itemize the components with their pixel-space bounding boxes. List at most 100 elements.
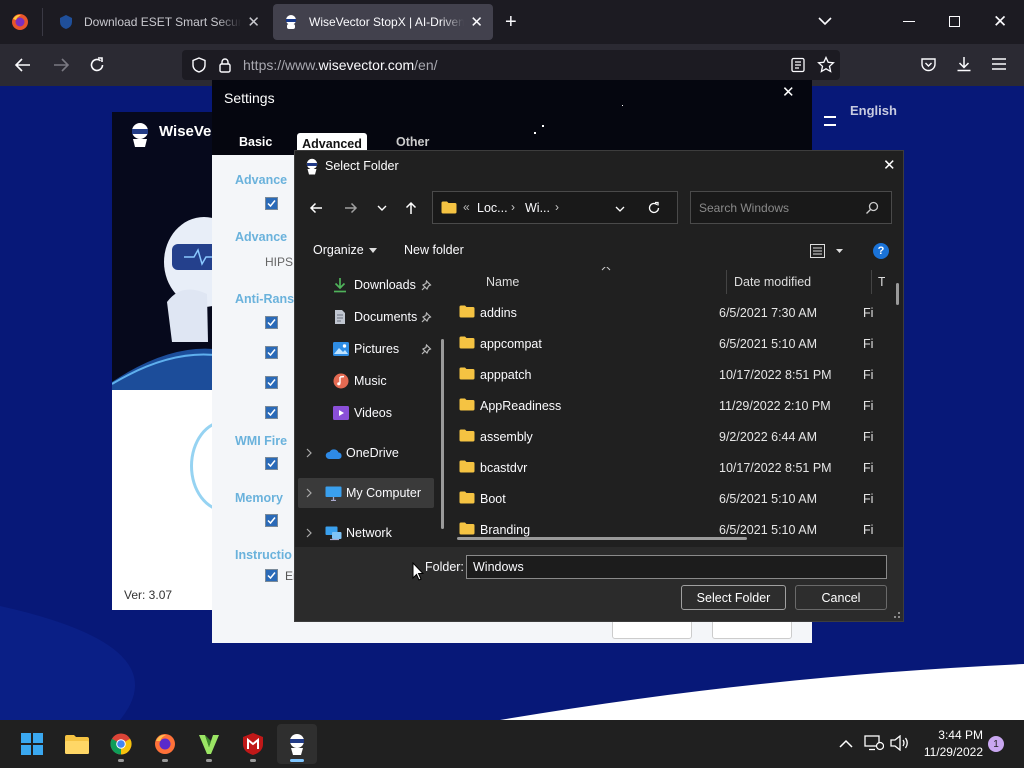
file-type: Fi: [863, 398, 874, 413]
column-header-name[interactable]: Name: [486, 275, 519, 289]
nav-item-videos[interactable]: Videos: [295, 398, 445, 428]
recent-locations-icon[interactable]: [376, 202, 388, 214]
lock-icon[interactable]: [218, 57, 232, 73]
file-name: appcompat: [480, 336, 542, 351]
tab-wisevector[interactable]: WiseVector StopX | AI-Driven Malw ✕: [273, 4, 493, 40]
chrome-taskbar-button[interactable]: [101, 724, 141, 764]
search-icon[interactable]: [865, 201, 879, 215]
select-folder-button[interactable]: Select Folder: [681, 585, 786, 610]
navigation-scrollbar[interactable]: [441, 339, 444, 529]
back-icon[interactable]: [14, 56, 32, 74]
minimize-window-icon[interactable]: [903, 21, 915, 22]
volume-icon[interactable]: [890, 735, 910, 751]
tab-eset[interactable]: Download ESET Smart Security Pre ✕: [48, 4, 270, 40]
setting-checkbox[interactable]: [265, 197, 278, 210]
downloads-icon[interactable]: [955, 55, 973, 73]
wisevector-taskbar-button[interactable]: [277, 724, 317, 764]
file-list-vertical-scrollbar[interactable]: [896, 283, 899, 305]
setting-checkbox[interactable]: [265, 376, 278, 389]
firefox-taskbar-button[interactable]: [145, 724, 185, 764]
nav-item-downloads[interactable]: Downloads: [295, 270, 445, 300]
file-row[interactable]: bcastdvr 10/17/2022 8:51 PM Fi: [453, 452, 873, 483]
new-folder-button[interactable]: New folder: [404, 243, 464, 257]
address-dropdown-icon[interactable]: [614, 203, 626, 215]
nav-item-pictures[interactable]: Pictures: [295, 334, 445, 364]
search-box[interactable]: Search Windows: [690, 191, 892, 224]
mcafee-shield-icon: [243, 733, 263, 755]
start-button[interactable]: [12, 724, 52, 764]
new-tab-icon[interactable]: +: [505, 11, 517, 34]
pocket-icon[interactable]: [920, 56, 937, 73]
nav-item-network[interactable]: Network: [295, 518, 445, 547]
show-hidden-icons-icon[interactable]: [838, 736, 854, 752]
close-tab-icon[interactable]: ✕: [247, 13, 260, 31]
nav-item-music[interactable]: Music: [295, 366, 445, 396]
vectr-taskbar-button[interactable]: [189, 724, 229, 764]
setting-checkbox[interactable]: [265, 316, 278, 329]
menu-icon[interactable]: [991, 57, 1007, 71]
file-row[interactable]: AppReadiness 11/29/2022 2:10 PM Fi: [453, 390, 873, 421]
file-row[interactable]: apppatch 10/17/2022 8:51 PM Fi: [453, 359, 873, 390]
cancel-button[interactable]: Cancel: [795, 585, 887, 610]
bookmark-star-icon[interactable]: [817, 56, 835, 74]
forward-icon[interactable]: [52, 56, 70, 74]
notification-badge[interactable]: 1: [988, 736, 1004, 752]
language-selector[interactable]: English: [850, 103, 897, 118]
settings-close-icon[interactable]: ✕: [782, 83, 795, 101]
reload-icon[interactable]: [88, 56, 106, 74]
close-tab-icon[interactable]: ✕: [470, 13, 483, 31]
url-text[interactable]: https://www.wisevector.com/en/: [243, 57, 438, 73]
nav-item-onedrive[interactable]: OneDrive: [295, 438, 445, 468]
resize-grip-icon[interactable]: [891, 609, 901, 619]
setting-checkbox[interactable]: [265, 457, 278, 470]
folder-icon: [459, 522, 475, 535]
file-list-horizontal-scrollbar[interactable]: [457, 537, 747, 540]
folder-name-input[interactable]: Windows: [466, 555, 887, 579]
app-hero: WiseVec: [112, 112, 222, 390]
file-row[interactable]: Boot 6/5/2021 5:10 AM Fi: [453, 483, 873, 514]
network-status-icon[interactable]: [864, 735, 884, 751]
breadcrumb-segment[interactable]: Wi...: [525, 201, 550, 215]
mcafee-taskbar-button[interactable]: [233, 724, 273, 764]
clock-date: 11/29/2022: [923, 745, 983, 759]
nav-item-my-computer[interactable]: My Computer: [298, 478, 434, 508]
file-explorer-icon: [65, 735, 89, 754]
expand-chevron-icon: [306, 448, 312, 458]
url-bar[interactable]: https://www.wisevector.com/en/: [182, 50, 840, 80]
column-header-date[interactable]: Date modified: [734, 275, 811, 289]
organize-button[interactable]: Organize: [313, 243, 377, 257]
view-options-icon[interactable]: [810, 244, 844, 258]
tab-basic[interactable]: Basic: [239, 135, 272, 149]
up-arrow-icon[interactable]: [403, 200, 419, 216]
folder-icon: [459, 367, 475, 380]
file-explorer-taskbar-button[interactable]: [57, 724, 97, 764]
refresh-icon[interactable]: [647, 201, 661, 215]
app-menu-icon[interactable]: [824, 116, 836, 126]
setting-checkbox[interactable]: [265, 514, 278, 527]
list-all-tabs-icon[interactable]: [817, 13, 833, 29]
tab-other[interactable]: Other: [396, 135, 429, 149]
file-row[interactable]: assembly 9/2/2022 6:44 AM Fi: [453, 421, 873, 452]
nav-item-documents[interactable]: Documents: [295, 302, 445, 332]
breadcrumb-segment[interactable]: Loc...: [477, 201, 508, 215]
taskbar-clock[interactable]: 3:44 PM 11/29/2022: [917, 728, 983, 759]
column-header-type[interactable]: Ty: [878, 275, 885, 289]
dialog-close-icon[interactable]: ✕: [883, 156, 896, 174]
shield-icon[interactable]: [191, 57, 207, 73]
file-row[interactable]: appcompat 6/5/2021 5:10 AM Fi: [453, 328, 873, 359]
back-arrow-icon[interactable]: [308, 200, 324, 216]
address-bar[interactable]: « Loc... › Wi... ›: [432, 191, 678, 224]
reader-view-icon[interactable]: [790, 57, 806, 73]
section-heading: Advance: [235, 173, 288, 187]
firefox-view-icon[interactable]: [10, 12, 30, 32]
restore-window-icon[interactable]: [949, 16, 960, 27]
close-window-icon[interactable]: ✕: [993, 12, 1007, 32]
setting-checkbox[interactable]: [265, 406, 278, 419]
setting-checkbox[interactable]: [265, 569, 278, 582]
forward-arrow-icon[interactable]: [343, 200, 359, 216]
file-row[interactable]: addins 6/5/2021 7:30 AM Fi: [453, 297, 873, 328]
file-type: Fi: [863, 336, 874, 351]
help-icon[interactable]: ?: [873, 243, 889, 259]
setting-checkbox[interactable]: [265, 346, 278, 359]
file-date: 10/17/2022 8:51 PM: [719, 460, 832, 475]
